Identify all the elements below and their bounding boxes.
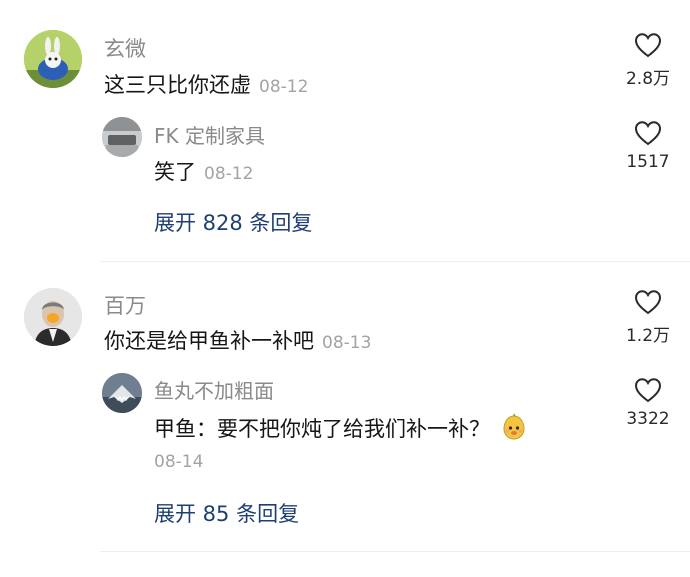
avatar[interactable]: [24, 288, 82, 346]
like-button[interactable]: 1.2万: [603, 289, 690, 346]
reply-username[interactable]: FK 定制家具: [154, 120, 265, 149]
avatar-image: [24, 288, 82, 346]
heart-outline-icon: [634, 121, 662, 146]
reply-username[interactable]: 鱼丸不加粗面: [154, 375, 274, 404]
like-count: 1517: [626, 152, 670, 172]
comment-text: 你还是给甲鱼补一补吧 08-13: [104, 325, 371, 355]
avatar[interactable]: [102, 373, 142, 413]
like-button[interactable]: 3322: [603, 377, 690, 429]
divider: [100, 261, 690, 262]
expand-replies-button[interactable]: 展开 85 条回复: [154, 498, 299, 528]
avatar[interactable]: [102, 117, 142, 157]
pear-face-emoji: [498, 410, 530, 447]
reply-date: 08-12: [204, 164, 254, 184]
avatar[interactable]: [24, 30, 82, 88]
reply-text: 笑了 08-12: [154, 156, 253, 186]
pear-face-icon: [503, 413, 525, 440]
reply-date: 08-14: [154, 452, 204, 472]
heart-outline-icon: [634, 290, 662, 315]
reply-body: 笑了: [154, 160, 196, 184]
avatar-image: [102, 117, 142, 157]
comment-text: 这三只比你还虚 08-12: [104, 69, 308, 99]
expand-replies-button[interactable]: 展开 828 条回复: [154, 207, 312, 237]
like-button[interactable]: 1517: [603, 120, 690, 172]
like-button[interactable]: 2.8万: [603, 32, 690, 89]
comment-date: 08-12: [259, 77, 309, 97]
comment-body: 这三只比你还虚: [104, 73, 251, 97]
divider: [100, 551, 690, 552]
like-count: 3322: [626, 409, 670, 429]
comment-date: 08-13: [322, 333, 372, 353]
heart-outline-icon: [634, 378, 662, 403]
comment-username[interactable]: 百万: [104, 290, 146, 320]
like-count: 2.8万: [625, 69, 671, 89]
heart-outline-icon: [634, 33, 662, 58]
avatar-image: [102, 373, 142, 413]
comment-body: 你还是给甲鱼补一补吧: [104, 329, 314, 353]
reply-body: 甲鱼：要不把你炖了给我们补一补？: [154, 417, 490, 441]
like-count: 1.2万: [625, 326, 671, 346]
reply-text: 甲鱼：要不把你炖了给我们补一补？: [154, 410, 530, 447]
avatar-image: [24, 30, 82, 88]
comment-username[interactable]: 玄微: [104, 33, 146, 63]
